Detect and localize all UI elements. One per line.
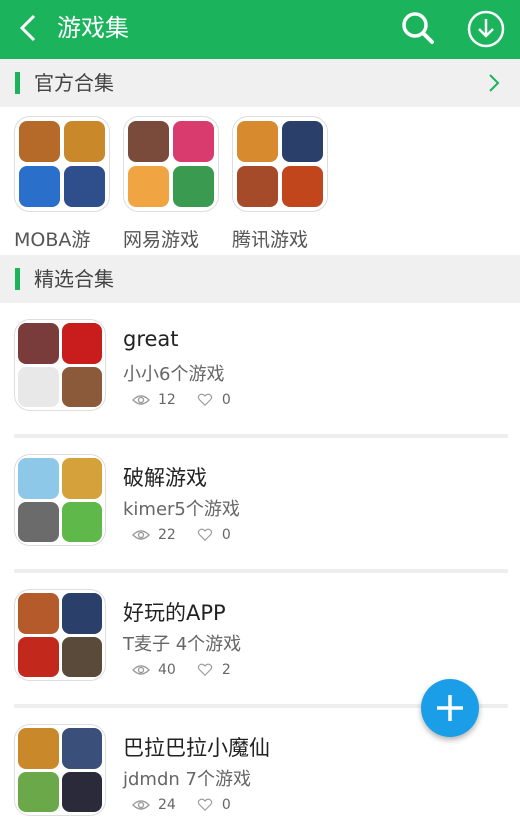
- collection-icon-grid: [123, 116, 219, 212]
- like-count: 0: [221, 527, 231, 543]
- like-count: 0: [221, 797, 231, 813]
- collection-icon-grid: [14, 589, 106, 681]
- game-icon: [18, 593, 59, 634]
- collection-label: 网易游戏: [123, 229, 200, 251]
- game-icon: [64, 166, 105, 207]
- search-icon: [402, 12, 434, 44]
- game-icon: [18, 728, 59, 769]
- collection-stats: 40 2: [132, 661, 251, 679]
- game-icon: [61, 593, 102, 634]
- eye-icon: [132, 395, 150, 405]
- game-icon: [173, 166, 214, 207]
- game-icon: [18, 323, 59, 364]
- collection-icon-grid: [14, 319, 106, 411]
- collection-icon-grid: [14, 454, 106, 546]
- game-icon: [61, 771, 102, 812]
- collection-title: 破解游戏: [123, 466, 207, 490]
- collection-label: MOBA游: [14, 229, 91, 251]
- game-icon: [237, 121, 278, 162]
- like-count: 2: [221, 662, 231, 678]
- game-icon: [282, 166, 323, 207]
- game-icon: [18, 458, 59, 499]
- eye-icon: [132, 665, 150, 675]
- game-icon: [18, 366, 59, 407]
- featured-collection-item[interactable]: great 小小6个游戏 12 0: [0, 303, 520, 438]
- collection-stats: 22 0: [132, 526, 251, 544]
- section-featured: 精选合集: [0, 255, 520, 303]
- section-title: 官方合集: [34, 71, 114, 95]
- game-icon: [64, 121, 105, 162]
- section-marker: [15, 268, 20, 290]
- search-button[interactable]: [398, 8, 438, 48]
- game-icon: [61, 323, 102, 364]
- collection-title: great: [123, 327, 179, 351]
- game-icon: [18, 771, 59, 812]
- eye-icon: [132, 800, 150, 810]
- game-icon: [128, 121, 169, 162]
- official-collection[interactable]: 网易游戏: [123, 116, 219, 252]
- top-bar: 游戏集: [0, 0, 520, 59]
- collection-title: 好玩的APP: [123, 601, 226, 625]
- game-icon: [19, 121, 60, 162]
- game-icon: [18, 636, 59, 677]
- collection-label: 腾讯游戏: [232, 229, 309, 251]
- game-icon: [173, 121, 214, 162]
- collection-icon-grid: [14, 116, 110, 212]
- chevron-left-icon: [19, 14, 36, 42]
- game-icon: [61, 728, 102, 769]
- official-collection[interactable]: MOBA游: [14, 116, 110, 252]
- game-icon: [128, 166, 169, 207]
- collection-stats: 24 0: [132, 796, 251, 814]
- collection-subtitle: jdmdn 7个游戏: [123, 769, 251, 790]
- view-count: 40: [158, 662, 176, 678]
- game-icon: [61, 501, 102, 542]
- game-icon: [282, 121, 323, 162]
- like-count: 0: [221, 392, 231, 408]
- game-icon: [18, 501, 59, 542]
- plus-icon: [437, 695, 463, 721]
- collection-title: 巴拉巴拉小魔仙: [123, 736, 270, 760]
- view-count: 24: [158, 797, 176, 813]
- view-count: 12: [158, 392, 176, 408]
- game-icon: [19, 166, 60, 207]
- section-title: 精选合集: [34, 267, 114, 291]
- collection-subtitle: kimer5个游戏: [123, 499, 240, 520]
- game-icon: [61, 458, 102, 499]
- heart-icon: [197, 663, 212, 677]
- download-icon: [467, 10, 505, 48]
- official-collection[interactable]: 腾讯游戏: [232, 116, 328, 252]
- chevron-right-icon: [489, 74, 500, 92]
- eye-icon: [132, 530, 150, 540]
- back-button[interactable]: [10, 10, 46, 46]
- page-title: 游戏集: [57, 14, 129, 42]
- heart-icon: [197, 393, 212, 407]
- featured-collection-item[interactable]: 破解游戏 kimer5个游戏 22 0: [0, 438, 520, 573]
- collection-stats: 12 0: [132, 391, 251, 409]
- heart-icon: [197, 798, 212, 812]
- game-icon: [237, 166, 278, 207]
- heart-icon: [197, 528, 212, 542]
- collection-icon-grid: [14, 724, 106, 816]
- add-collection-button[interactable]: [421, 679, 479, 737]
- game-icon: [61, 366, 102, 407]
- section-marker: [15, 72, 20, 94]
- game-icon: [61, 636, 102, 677]
- download-button[interactable]: [465, 8, 507, 50]
- collection-subtitle: 小小6个游戏: [123, 364, 225, 385]
- view-count: 22: [158, 527, 176, 543]
- section-official[interactable]: 官方合集: [0, 59, 520, 107]
- collection-subtitle: T麦子 4个游戏: [123, 634, 242, 655]
- collection-icon-grid: [232, 116, 328, 212]
